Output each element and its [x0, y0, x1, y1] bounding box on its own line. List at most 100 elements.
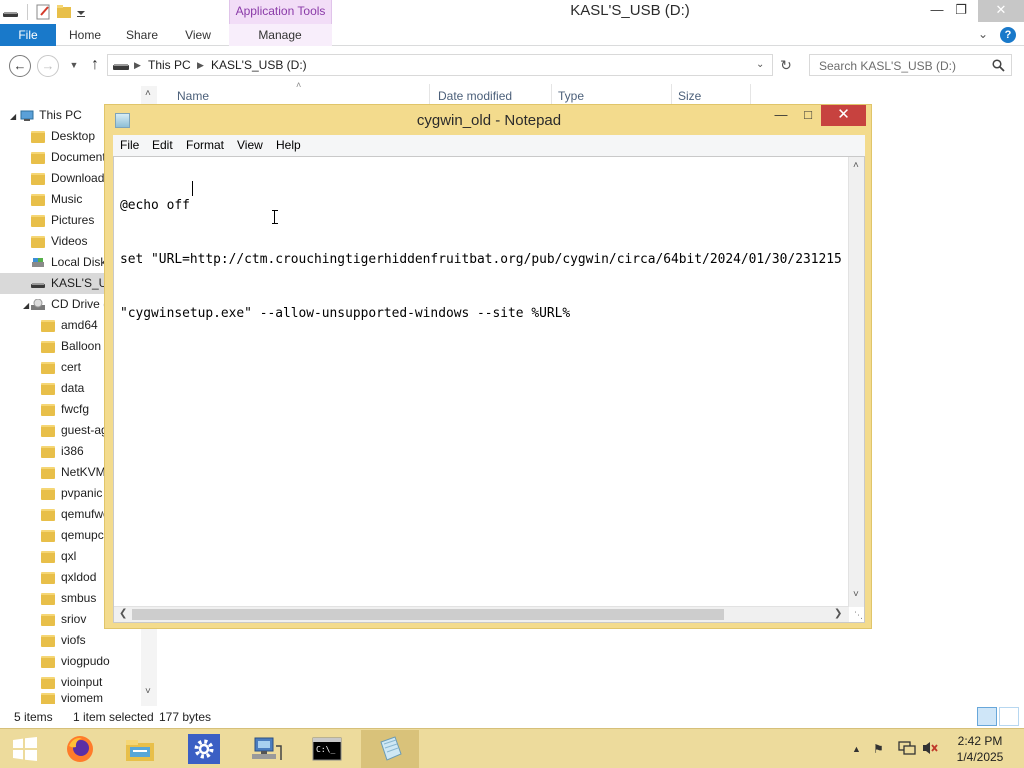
column-header-type[interactable]: Type: [558, 89, 584, 103]
tab-view[interactable]: View: [178, 24, 218, 46]
close-button[interactable]: ✕: [978, 0, 1024, 22]
scroll-up-icon[interactable]: ˄: [853, 160, 859, 171]
nav-label: Balloon: [61, 339, 102, 353]
nav-folder[interactable]: viofs: [41, 630, 140, 651]
nav-folder[interactable]: vioinput: [41, 672, 140, 693]
status-selection: 1 item selected: [73, 710, 154, 724]
collapse-icon[interactable]: ◢: [23, 301, 29, 310]
nav-label: i386: [61, 444, 84, 458]
drive-icon[interactable]: [1, 2, 21, 22]
taskbar-command-prompt[interactable]: C:\_: [298, 730, 356, 768]
customize-qat-icon[interactable]: [74, 2, 88, 22]
properties-icon[interactable]: [34, 2, 54, 22]
recent-locations-icon[interactable]: ▼: [63, 55, 85, 77]
status-bar: 5 items 1 item selected 177 bytes: [0, 706, 1024, 728]
menu-help[interactable]: Help: [276, 138, 301, 152]
nav-label: CD Drive (: [51, 297, 108, 311]
column-header-date[interactable]: Date modified: [438, 89, 512, 103]
taskbar-file-explorer[interactable]: [111, 730, 169, 768]
restore-button[interactable]: ❐: [944, 0, 978, 22]
tab-file[interactable]: File: [0, 24, 56, 46]
menu-format[interactable]: Format: [186, 138, 224, 152]
scroll-down-icon[interactable]: ˅: [853, 589, 859, 600]
resize-grip-icon[interactable]: ⋱: [854, 610, 863, 621]
minimize-button[interactable]: —: [768, 105, 794, 126]
help-icon[interactable]: ?: [1000, 27, 1016, 43]
folder-icon: [41, 361, 55, 374]
nav-label: Pictures: [51, 213, 95, 227]
column-divider[interactable]: [551, 84, 552, 106]
action-center-flag-icon[interactable]: ⚑: [873, 742, 884, 756]
new-folder-icon[interactable]: [54, 2, 74, 22]
column-header-name[interactable]: Name: [177, 89, 209, 103]
scroll-down-icon[interactable]: ˅: [145, 686, 151, 697]
tab-share[interactable]: Share: [120, 24, 164, 46]
folder-icon: [31, 193, 45, 206]
search-input[interactable]: Search KASL'S_USB (D:): [809, 54, 1012, 76]
folder-icon: [41, 571, 55, 584]
collapse-icon[interactable]: ◢: [10, 112, 16, 121]
tab-manage[interactable]: Manage: [250, 24, 310, 46]
clock-date: 1/4/2025: [956, 750, 1004, 764]
explorer-title-bar: Application Tools KASL'S_USB (D:) — ❐ ✕: [0, 0, 1024, 24]
vertical-scrollbar[interactable]: ˄ ˅: [848, 157, 864, 607]
taskbar: C:\_ ▲ ⚑ 2:42 PM 1/4/2025: [0, 728, 1024, 768]
volume-muted-icon[interactable]: [921, 740, 939, 756]
taskbar-settings[interactable]: [175, 730, 233, 768]
nav-label: qxldod: [61, 570, 97, 584]
back-button[interactable]: ←: [9, 55, 31, 77]
menu-file[interactable]: File: [120, 138, 139, 152]
show-hidden-icons-icon[interactable]: ▲: [852, 744, 861, 754]
nav-folder[interactable]: viomem: [41, 693, 140, 704]
refresh-icon[interactable]: ↻: [775, 55, 797, 77]
taskbar-notepad[interactable]: [361, 730, 419, 768]
taskbar-firefox[interactable]: [51, 730, 109, 768]
nav-label: fwcfg: [61, 402, 90, 416]
horizontal-scroll-thumb[interactable]: [132, 609, 724, 620]
text-line: set "URL=http://ctm.crouchingtigerhidden…: [120, 252, 842, 267]
expand-ribbon-icon[interactable]: ⌄: [978, 27, 988, 41]
breadcrumb-this-pc[interactable]: This PC: [148, 58, 191, 72]
nav-label: Downloads: [51, 171, 111, 185]
menu-view[interactable]: View: [237, 138, 263, 152]
text-line: @echo off: [120, 198, 190, 213]
horizontal-scrollbar[interactable]: ❮ ❯: [114, 606, 849, 622]
address-dropdown-icon[interactable]: ⌄: [756, 59, 764, 70]
address-field[interactable]: ▶ This PC ▶ KASL'S_USB (D:) ⌄: [107, 54, 773, 76]
nav-label: Documents: [51, 150, 112, 164]
large-icons-view-icon[interactable]: [999, 707, 1019, 726]
taskbar-network[interactable]: [237, 730, 295, 768]
folder-icon: [41, 529, 55, 542]
maximize-button[interactable]: □: [795, 105, 821, 126]
up-button[interactable]: ↑: [84, 55, 106, 77]
address-bar-row: ← → ▼ ↑ ▶ This PC ▶ KASL'S_USB (D:) ⌄ ↻ …: [0, 52, 1024, 80]
status-item-count: 5 items: [14, 710, 53, 724]
notepad-text-area[interactable]: @echo off set "URL=http://ctm.crouchingt…: [113, 156, 865, 623]
menu-edit[interactable]: Edit: [152, 138, 173, 152]
start-icon: [13, 737, 37, 761]
forward-button[interactable]: →: [37, 55, 59, 77]
folder-icon: [41, 403, 55, 416]
search-icon[interactable]: [992, 59, 1005, 72]
start-button[interactable]: [0, 730, 50, 768]
network-status-icon[interactable]: [898, 740, 916, 756]
explorer-window-title: KASL'S_USB (D:): [570, 2, 690, 19]
quick-access-toolbar: [0, 0, 88, 24]
scroll-left-icon[interactable]: ❮: [119, 608, 127, 619]
column-header-size[interactable]: Size: [678, 89, 701, 103]
breadcrumb-drive[interactable]: KASL'S_USB (D:): [211, 58, 307, 72]
breadcrumb-separator-icon[interactable]: ▶: [134, 60, 141, 71]
breadcrumb-separator-icon[interactable]: ▶: [197, 60, 204, 71]
scroll-up-icon[interactable]: ˄: [145, 88, 151, 99]
column-divider[interactable]: [671, 84, 672, 106]
system-clock[interactable]: 2:42 PM 1/4/2025: [952, 733, 1008, 765]
notepad-title: cygwin_old - Notepad: [416, 112, 562, 129]
details-view-icon[interactable]: [977, 707, 997, 726]
column-divider[interactable]: [750, 84, 751, 106]
close-button[interactable]: ✕: [821, 105, 866, 126]
folder-icon: [31, 172, 45, 185]
scroll-right-icon[interactable]: ❯: [834, 608, 842, 619]
column-divider[interactable]: [429, 84, 430, 106]
nav-folder[interactable]: viogpudo: [41, 651, 140, 672]
tab-home[interactable]: Home: [62, 24, 108, 46]
